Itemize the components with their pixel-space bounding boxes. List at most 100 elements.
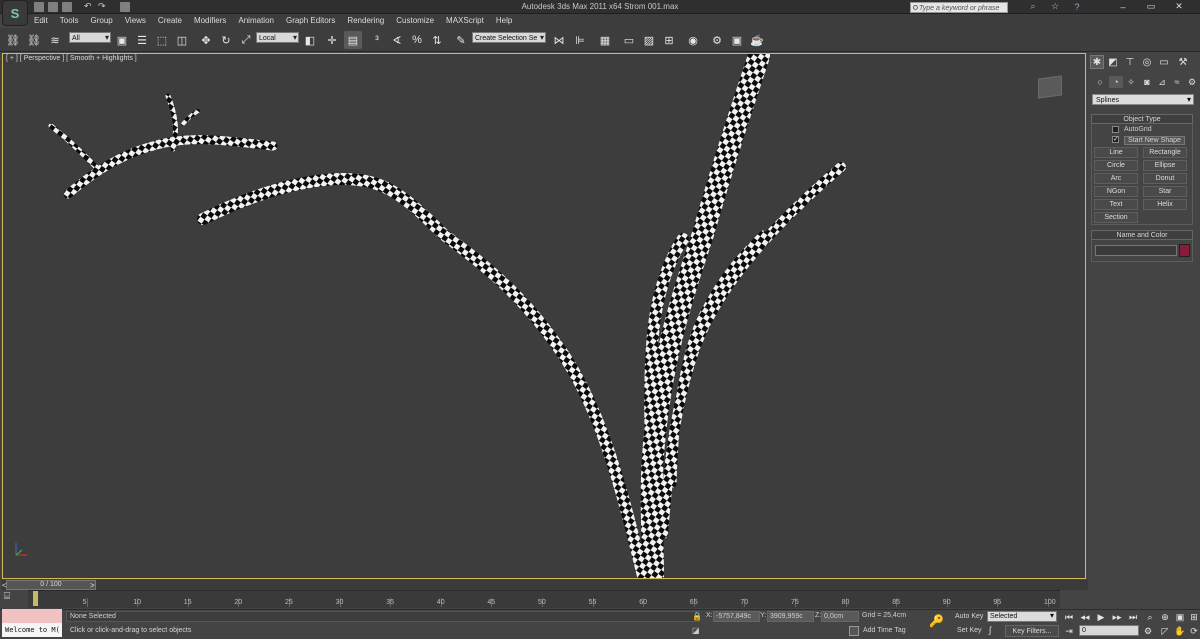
- object-type-rollout-header[interactable]: Object Type: [1091, 114, 1193, 124]
- mirror-icon[interactable]: ⋈: [550, 31, 568, 49]
- systems-icon[interactable]: ⚙: [1185, 76, 1199, 88]
- project-folder-icon[interactable]: [120, 2, 130, 12]
- isolate-selection-icon[interactable]: ◪: [692, 626, 702, 636]
- align-icon[interactable]: ⊫: [571, 31, 589, 49]
- name-and-color-rollout-header[interactable]: Name and Color: [1091, 230, 1193, 240]
- field-of-view-icon[interactable]: ◸: [1158, 625, 1172, 637]
- donut-button[interactable]: Donut: [1143, 173, 1187, 184]
- ngon-button[interactable]: NGon: [1094, 186, 1138, 197]
- rendered-frame-window-icon[interactable]: ▣: [728, 31, 746, 49]
- cameras-icon[interactable]: ◙: [1140, 76, 1154, 88]
- keyboard-shortcut-override-icon[interactable]: ▤: [344, 31, 362, 49]
- material-editor-icon[interactable]: ◉: [684, 31, 702, 49]
- geometry-icon[interactable]: ○: [1093, 76, 1107, 88]
- helix-button[interactable]: Helix: [1143, 199, 1187, 210]
- save-file-icon[interactable]: [62, 2, 72, 12]
- utilities-tab-icon[interactable]: ⚒: [1176, 55, 1190, 69]
- percent-snap-icon[interactable]: %: [408, 31, 426, 49]
- previous-frame-icon[interactable]: ◂◂: [1078, 611, 1092, 623]
- text-button[interactable]: Text: [1094, 199, 1138, 210]
- maxscript-listener-top[interactable]: [2, 609, 62, 623]
- start-new-shape-checkbox[interactable]: [1112, 135, 1119, 143]
- zoom-extents-all-icon[interactable]: ⊞: [1187, 611, 1200, 623]
- render-production-icon[interactable]: ☕: [748, 31, 766, 49]
- bind-to-space-warp-icon[interactable]: ≋: [46, 31, 64, 49]
- pan-view-icon[interactable]: ✋: [1173, 625, 1187, 637]
- key-mode-dropdown[interactable]: Selected: [987, 611, 1057, 622]
- set-key-button[interactable]: Set Key: [957, 627, 982, 634]
- snaps-toggle-icon[interactable]: ³: [368, 31, 386, 49]
- auto-key-button[interactable]: Auto Key: [955, 613, 983, 620]
- set-key-icon[interactable]: 🔑: [929, 614, 947, 632]
- add-time-tag-button[interactable]: Add Time Tag: [863, 627, 906, 634]
- menu-animation[interactable]: Animation: [232, 14, 280, 28]
- curve-editor-icon[interactable]: ▨: [640, 31, 658, 49]
- display-tab-icon[interactable]: ▭: [1157, 55, 1171, 69]
- perspective-viewport[interactable]: [2, 53, 1086, 579]
- zoom-icon[interactable]: ⌕: [1143, 611, 1157, 623]
- rectangle-button[interactable]: Rectangle: [1143, 147, 1187, 158]
- autogrid-checkbox[interactable]: [1112, 126, 1119, 133]
- render-setup-icon[interactable]: ⚙: [708, 31, 726, 49]
- favorites-star-icon[interactable]: ☆: [1044, 0, 1066, 13]
- section-button[interactable]: Section: [1094, 212, 1138, 223]
- star-button[interactable]: Star: [1143, 186, 1187, 197]
- select-and-move-icon[interactable]: ✥: [197, 31, 215, 49]
- menu-views[interactable]: Views: [119, 14, 152, 28]
- angle-snap-icon[interactable]: ∢: [388, 31, 406, 49]
- mini-curve-editor-icon[interactable]: ⌸: [4, 591, 22, 605]
- viewport-label-menu[interactable]: [ + ] [ Perspective ] [ Smooth + Highlig…: [6, 55, 137, 62]
- key-filters-button[interactable]: Key Filters...: [1005, 625, 1059, 637]
- menu-edit[interactable]: Edit: [28, 14, 54, 28]
- select-and-rotate-icon[interactable]: ↻: [217, 31, 235, 49]
- rectangular-selection-icon[interactable]: ⬚: [153, 31, 171, 49]
- zoom-extents-icon[interactable]: ▣: [1173, 611, 1187, 623]
- close-button[interactable]: ✕: [1168, 0, 1190, 13]
- viewcube[interactable]: [1038, 75, 1062, 99]
- object-color-swatch[interactable]: [1179, 244, 1190, 257]
- named-selection-set-dropdown[interactable]: Create Selection Se: [472, 32, 546, 43]
- edit-named-selection-icon[interactable]: ✎: [452, 31, 470, 49]
- time-slider-prev-icon[interactable]: <: [2, 581, 7, 590]
- selection-filter-dropdown[interactable]: All: [69, 32, 111, 43]
- undo-icon[interactable]: ↶: [84, 2, 94, 12]
- graphite-ribbon-icon[interactable]: ▭: [620, 31, 638, 49]
- unlink-selection-icon[interactable]: ⛓: [25, 31, 43, 49]
- time-slider-thumb[interactable]: 0 / 100: [6, 580, 96, 590]
- helpers-icon[interactable]: ⊿: [1155, 76, 1169, 88]
- maxscript-listener-input[interactable]: Welcome to M(: [2, 623, 62, 637]
- window-crossing-icon[interactable]: ◫: [173, 31, 191, 49]
- y-coordinate-field[interactable]: 3909,959c: [767, 611, 814, 622]
- menu-maxscript[interactable]: MAXScript: [440, 14, 490, 28]
- menu-customize[interactable]: Customize: [390, 14, 440, 28]
- time-tag-icon[interactable]: [849, 626, 859, 636]
- time-slider-track[interactable]: [2, 580, 1088, 590]
- schematic-view-icon[interactable]: ⊞: [660, 31, 678, 49]
- select-and-scale-icon[interactable]: ⤢: [237, 31, 255, 49]
- play-icon[interactable]: ▶: [1094, 611, 1108, 623]
- lights-icon[interactable]: ✧: [1124, 76, 1138, 88]
- shapes-icon[interactable]: ◔: [1109, 76, 1123, 88]
- circle-button[interactable]: Circle: [1094, 160, 1138, 171]
- redo-icon[interactable]: ↷: [98, 2, 108, 12]
- motion-tab-icon[interactable]: ◎: [1140, 55, 1154, 69]
- current-frame-field[interactable]: 0: [1079, 625, 1139, 636]
- space-warps-icon[interactable]: ≈: [1170, 76, 1184, 88]
- new-file-icon[interactable]: [34, 2, 44, 12]
- hierarchy-tab-icon[interactable]: ⊤: [1123, 55, 1137, 69]
- search-binoculars-icon[interactable]: ⌕: [1022, 0, 1044, 13]
- time-configuration-icon[interactable]: ⚙: [1141, 625, 1155, 637]
- app-logo-button[interactable]: S: [2, 0, 28, 26]
- menu-group[interactable]: Group: [84, 14, 118, 28]
- next-frame-icon[interactable]: ▸▸: [1110, 611, 1124, 623]
- select-object-icon[interactable]: ▣: [113, 31, 131, 49]
- lock-selection-icon[interactable]: 🔒: [692, 612, 702, 622]
- menu-modifiers[interactable]: Modifiers: [188, 14, 232, 28]
- line-button[interactable]: Line: [1094, 147, 1138, 158]
- help-icon[interactable]: ?: [1066, 0, 1088, 13]
- search-input[interactable]: Type a keyword or phrase: [910, 2, 1008, 13]
- object-category-dropdown[interactable]: Splines: [1092, 94, 1194, 105]
- arc-button[interactable]: Arc: [1094, 173, 1138, 184]
- default-in-out-tangents-icon[interactable]: ∫: [989, 625, 1003, 637]
- x-coordinate-field[interactable]: -5757,849c: [713, 611, 760, 622]
